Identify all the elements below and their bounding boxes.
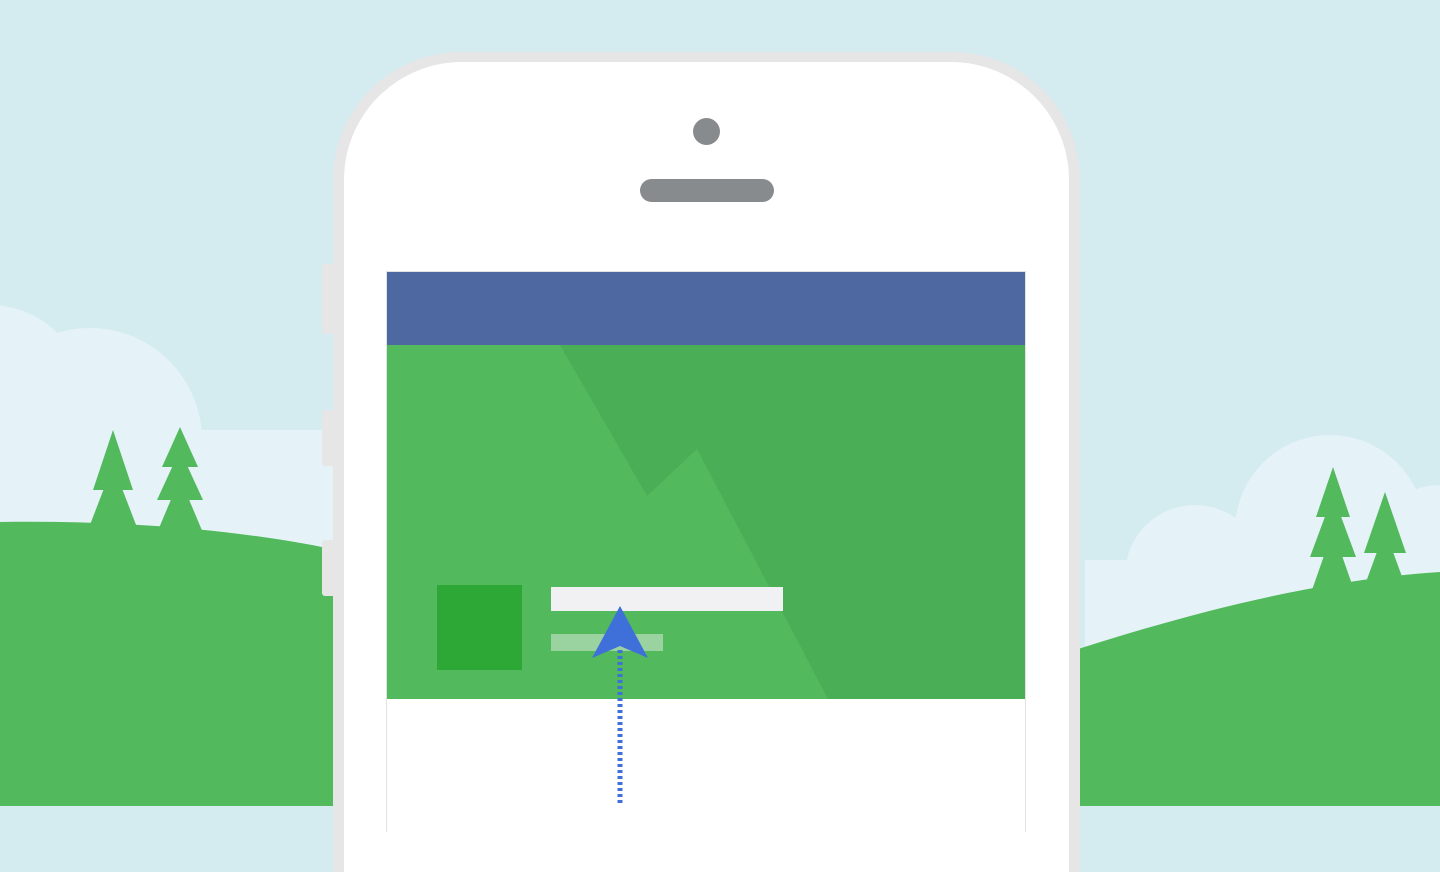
profile-picture	[437, 585, 522, 670]
phone-speaker	[640, 179, 774, 202]
left-hill	[0, 521, 345, 806]
phone-screen	[386, 271, 1026, 832]
phone-camera	[693, 118, 720, 145]
arrow-up-icon	[592, 606, 648, 806]
app-nav-bar	[387, 272, 1025, 345]
